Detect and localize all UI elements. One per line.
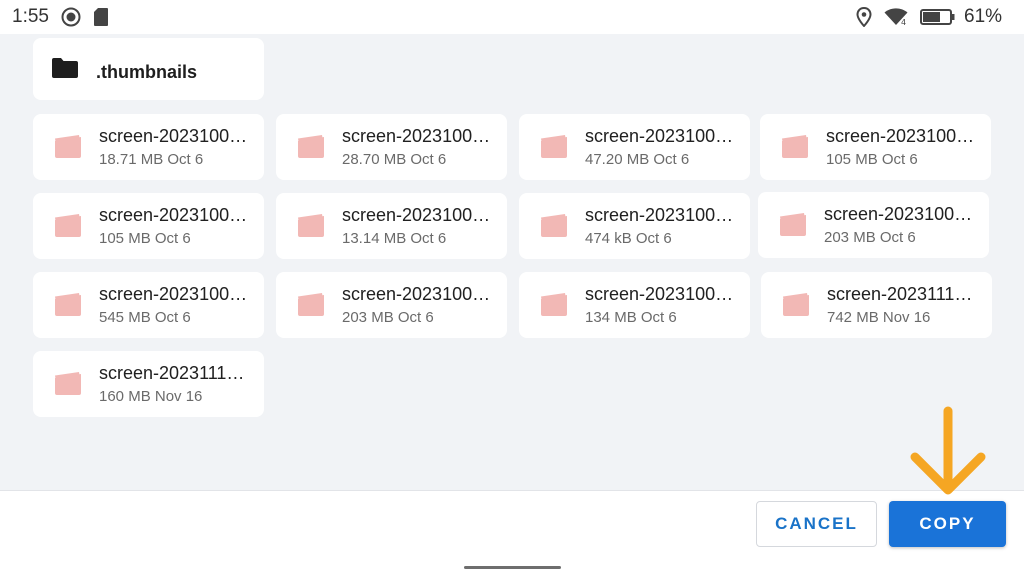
- location-icon: [856, 6, 872, 32]
- folder-item-thumbnails[interactable]: .thumbnails: [33, 38, 264, 100]
- battery-percent: 61%: [964, 6, 1003, 27]
- file-item[interactable]: screen-2023111… 742 MB Nov 16: [761, 272, 992, 338]
- file-name: screen-2023100…: [99, 126, 248, 146]
- folder-name: .thumbnails: [96, 62, 198, 82]
- svg-text:4: 4: [901, 18, 906, 26]
- file-item[interactable]: screen-2023100… 474 kB Oct 6: [519, 193, 750, 259]
- file-item[interactable]: screen-2023100… 545 MB Oct 6: [33, 272, 264, 338]
- battery-icon: [920, 9, 956, 30]
- file-name: screen-2023100…: [342, 126, 491, 146]
- file-name: screen-2023100…: [99, 284, 248, 304]
- video-file-icon: [55, 292, 81, 321]
- file-name: screen-2023100…: [99, 205, 248, 225]
- file-item[interactable]: screen-2023100… 105 MB Oct 6: [33, 193, 264, 259]
- video-file-icon: [782, 134, 808, 163]
- video-file-icon: [541, 134, 567, 163]
- video-file-icon: [541, 292, 567, 321]
- file-meta: 203 MB Oct 6: [342, 309, 434, 326]
- file-name: screen-2023100…: [824, 204, 973, 224]
- file-item[interactable]: screen-2023100… 18.71 MB Oct 6: [33, 114, 264, 180]
- file-item[interactable]: screen-2023111… 160 MB Nov 16: [33, 351, 264, 417]
- file-item[interactable]: screen-2023100… 13.14 MB Oct 6: [276, 193, 507, 259]
- file-meta: 47.20 MB Oct 6: [585, 151, 690, 168]
- file-name: screen-2023100…: [342, 205, 491, 225]
- file-meta: 105 MB Oct 6: [826, 151, 918, 168]
- file-item[interactable]: screen-2023100… 105 MB Oct 6: [760, 114, 991, 180]
- file-browser-content: .thumbnails screen-2023100… 18.71 MB Oct…: [0, 34, 1024, 490]
- video-file-icon: [783, 292, 809, 321]
- action-bar: CANCEL COPY: [0, 490, 1024, 576]
- file-name: screen-2023100…: [585, 205, 734, 225]
- file-meta: 134 MB Oct 6: [585, 309, 677, 326]
- video-file-icon: [298, 134, 324, 163]
- video-file-icon: [780, 212, 806, 241]
- status-time: 1:55: [12, 6, 49, 27]
- file-item[interactable]: screen-2023100… 28.70 MB Oct 6: [276, 114, 507, 180]
- file-meta: 18.71 MB Oct 6: [99, 151, 204, 168]
- file-name: screen-2023100…: [585, 284, 734, 304]
- video-file-icon: [298, 292, 324, 321]
- folder-icon: [52, 58, 78, 83]
- video-file-icon: [541, 213, 567, 242]
- file-item[interactable]: screen-2023100… 203 MB Oct 6: [276, 272, 507, 338]
- file-item[interactable]: screen-2023100… 203 MB Oct 6: [758, 192, 989, 258]
- file-meta: 742 MB Nov 16: [827, 309, 931, 326]
- file-meta: 105 MB Oct 6: [99, 230, 191, 247]
- file-meta: 13.14 MB Oct 6: [342, 230, 447, 247]
- file-meta: 474 kB Oct 6: [585, 230, 672, 247]
- video-file-icon: [55, 213, 81, 242]
- file-item[interactable]: screen-2023100… 47.20 MB Oct 6: [519, 114, 750, 180]
- file-meta: 545 MB Oct 6: [99, 309, 191, 326]
- file-name: screen-2023100…: [585, 126, 734, 146]
- file-meta: 203 MB Oct 6: [824, 229, 916, 246]
- file-name: screen-2023100…: [342, 284, 491, 304]
- record-icon: [61, 7, 81, 32]
- file-name: screen-2023111…: [827, 284, 973, 304]
- annotation-arrow-icon: [905, 405, 991, 505]
- file-meta: 160 MB Nov 16: [99, 388, 203, 405]
- file-item[interactable]: screen-2023100… 134 MB Oct 6: [519, 272, 750, 338]
- file-meta: 28.70 MB Oct 6: [342, 151, 447, 168]
- copy-button[interactable]: COPY: [889, 501, 1006, 547]
- video-file-icon: [298, 213, 324, 242]
- cancel-button[interactable]: CANCEL: [756, 501, 877, 547]
- sd-card-icon: [94, 8, 108, 31]
- wifi-icon: 4: [884, 8, 908, 31]
- status-bar: 1:55 4 61%: [0, 0, 1024, 34]
- file-name: screen-2023111…: [99, 363, 245, 383]
- file-name: screen-2023100…: [826, 126, 975, 146]
- video-file-icon: [55, 371, 81, 400]
- video-file-icon: [55, 134, 81, 163]
- gesture-nav-handle[interactable]: [464, 566, 561, 569]
